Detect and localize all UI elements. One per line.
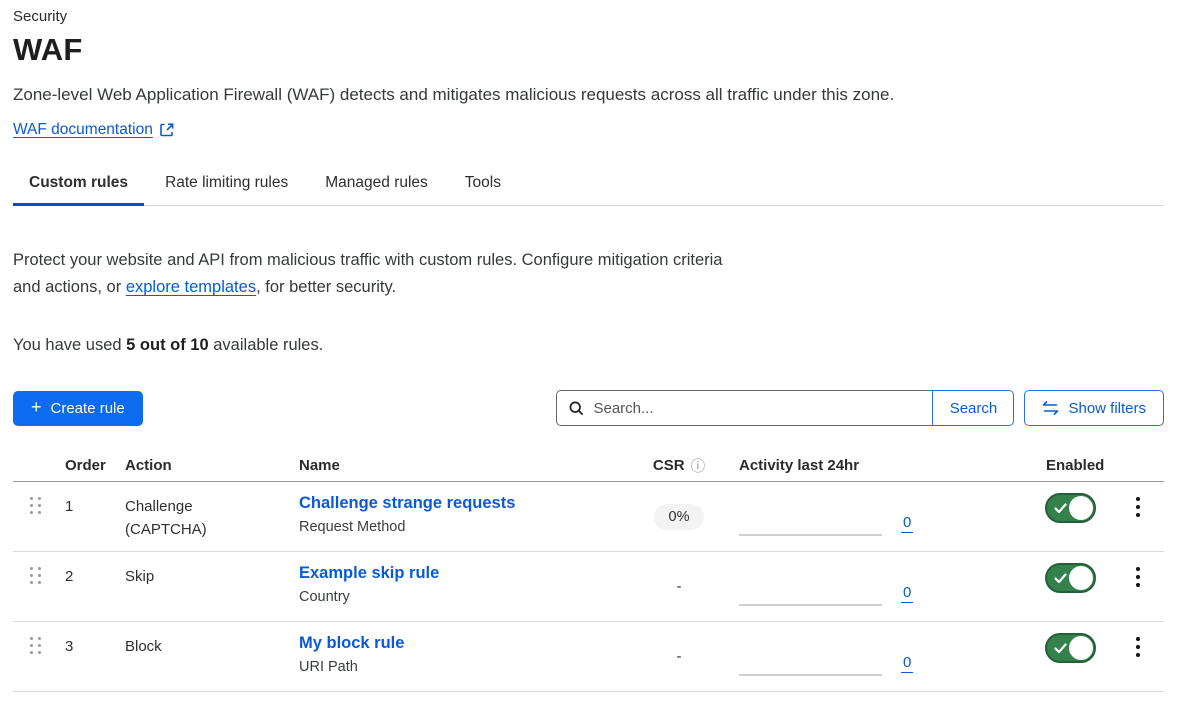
activity-count-link[interactable]: 0 (901, 585, 913, 603)
tab-bar: Custom rules Rate limiting rules Managed… (13, 164, 1164, 206)
intro-text-after: , for better security. (256, 278, 396, 296)
rule-order: 2 (65, 552, 125, 621)
search-group: Search Show filters (556, 390, 1164, 426)
activity-sparkline (739, 604, 882, 606)
rule-action: Skip (125, 552, 299, 621)
usage-suffix: available rules. (209, 336, 324, 354)
usage-count: 5 out of 10 (126, 336, 209, 354)
rule-action-line2: (CAPTCHA) (125, 521, 299, 538)
activity-cell: 0 (725, 482, 1040, 551)
header-activity: Activity last 24hr (725, 457, 1040, 474)
header-csr-label: CSR (653, 457, 685, 474)
checkmark-icon (1054, 503, 1067, 514)
rule-name-cell: My block rule URI Path (299, 622, 633, 691)
rule-name-cell: Example skip rule Country (299, 552, 633, 621)
toggle-knob (1069, 566, 1093, 590)
kebab-menu-icon[interactable] (1130, 495, 1146, 551)
tab-managed-rules[interactable]: Managed rules (309, 164, 444, 205)
enabled-toggle[interactable] (1045, 493, 1096, 523)
rule-action: Block (125, 622, 299, 691)
swap-arrows-icon (1042, 401, 1059, 415)
drag-handle-icon[interactable] (30, 567, 41, 621)
table-header: Order Action Name CSR ⓘ Activity last 24… (13, 449, 1164, 482)
usage-summary: You have used 5 out of 10 available rule… (13, 336, 1164, 355)
show-filters-button[interactable]: Show filters (1024, 390, 1164, 426)
csr-empty-value: - (677, 648, 682, 665)
usage-prefix: You have used (13, 336, 126, 354)
kebab-menu-icon[interactable] (1130, 565, 1146, 621)
checkmark-icon (1054, 573, 1067, 584)
page-description: Zone-level Web Application Firewall (WAF… (13, 85, 1164, 105)
rule-action-line1: Block (125, 638, 299, 655)
intro-paragraph: Protect your website and API from malici… (13, 247, 733, 301)
external-link-icon (160, 123, 174, 137)
drag-handle-icon[interactable] (30, 497, 41, 551)
rule-name-link[interactable]: My block rule (299, 634, 404, 652)
rule-action: Challenge (CAPTCHA) (125, 482, 299, 551)
breadcrumb: Security (13, 0, 1164, 25)
search-box (556, 390, 933, 426)
tab-tools[interactable]: Tools (449, 164, 517, 205)
table-row: 1 Challenge (CAPTCHA) Challenge strange … (13, 482, 1164, 552)
rule-action-line1: Challenge (125, 498, 299, 515)
csr-empty-value: - (677, 578, 682, 595)
rule-field: URI Path (299, 659, 633, 675)
search-icon (569, 401, 584, 416)
activity-cell: 0 (725, 552, 1040, 621)
header-enabled: Enabled (1040, 457, 1112, 474)
plus-icon: + (31, 398, 42, 416)
toolbar: + Create rule Search Show filters (13, 390, 1164, 426)
waf-documentation-link[interactable]: WAF documentation (13, 121, 174, 139)
tab-rate-limiting-rules[interactable]: Rate limiting rules (149, 164, 304, 205)
activity-count-link[interactable]: 0 (901, 515, 913, 533)
activity-sparkline (739, 674, 882, 676)
rule-name-link[interactable]: Example skip rule (299, 564, 439, 582)
rule-field: Request Method (299, 519, 633, 535)
page-title: WAF (13, 32, 1164, 68)
activity-count-link[interactable]: 0 (901, 655, 913, 673)
checkmark-icon (1054, 643, 1067, 654)
table-row: 2 Skip Example skip rule Country - 0 (13, 552, 1164, 622)
enabled-toggle[interactable] (1045, 633, 1096, 663)
rule-order: 1 (65, 482, 125, 551)
activity-sparkline (739, 534, 882, 536)
info-icon[interactable]: ⓘ (691, 455, 706, 476)
explore-templates-link[interactable]: explore templates (126, 278, 256, 296)
search-input[interactable] (593, 400, 932, 417)
create-rule-label: Create rule (51, 400, 125, 417)
rule-field: Country (299, 589, 633, 605)
header-action: Action (125, 457, 299, 474)
rule-name-cell: Challenge strange requests Request Metho… (299, 482, 633, 551)
activity-cell: 0 (725, 622, 1040, 691)
rule-name-link[interactable]: Challenge strange requests (299, 494, 515, 512)
waf-documentation-label: WAF documentation (13, 121, 153, 139)
table-row: 3 Block My block rule URI Path - 0 (13, 622, 1164, 692)
rule-order: 3 (65, 622, 125, 691)
csr-badge: 0% (654, 504, 705, 530)
waf-page: Security WAF Zone-level Web Application … (0, 0, 1177, 707)
rules-table: Order Action Name CSR ⓘ Activity last 24… (13, 449, 1164, 692)
tab-custom-rules[interactable]: Custom rules (13, 164, 144, 205)
toggle-knob (1069, 496, 1093, 520)
search-button[interactable]: Search (932, 390, 1014, 426)
create-rule-button[interactable]: + Create rule (13, 391, 143, 426)
show-filters-label: Show filters (1068, 400, 1146, 417)
header-order: Order (65, 457, 125, 474)
enabled-toggle[interactable] (1045, 563, 1096, 593)
kebab-menu-icon[interactable] (1130, 635, 1146, 691)
toggle-knob (1069, 636, 1093, 660)
header-csr: CSR ⓘ (633, 455, 725, 476)
header-name: Name (299, 457, 633, 474)
drag-handle-icon[interactable] (30, 637, 41, 691)
rule-action-line1: Skip (125, 568, 299, 585)
